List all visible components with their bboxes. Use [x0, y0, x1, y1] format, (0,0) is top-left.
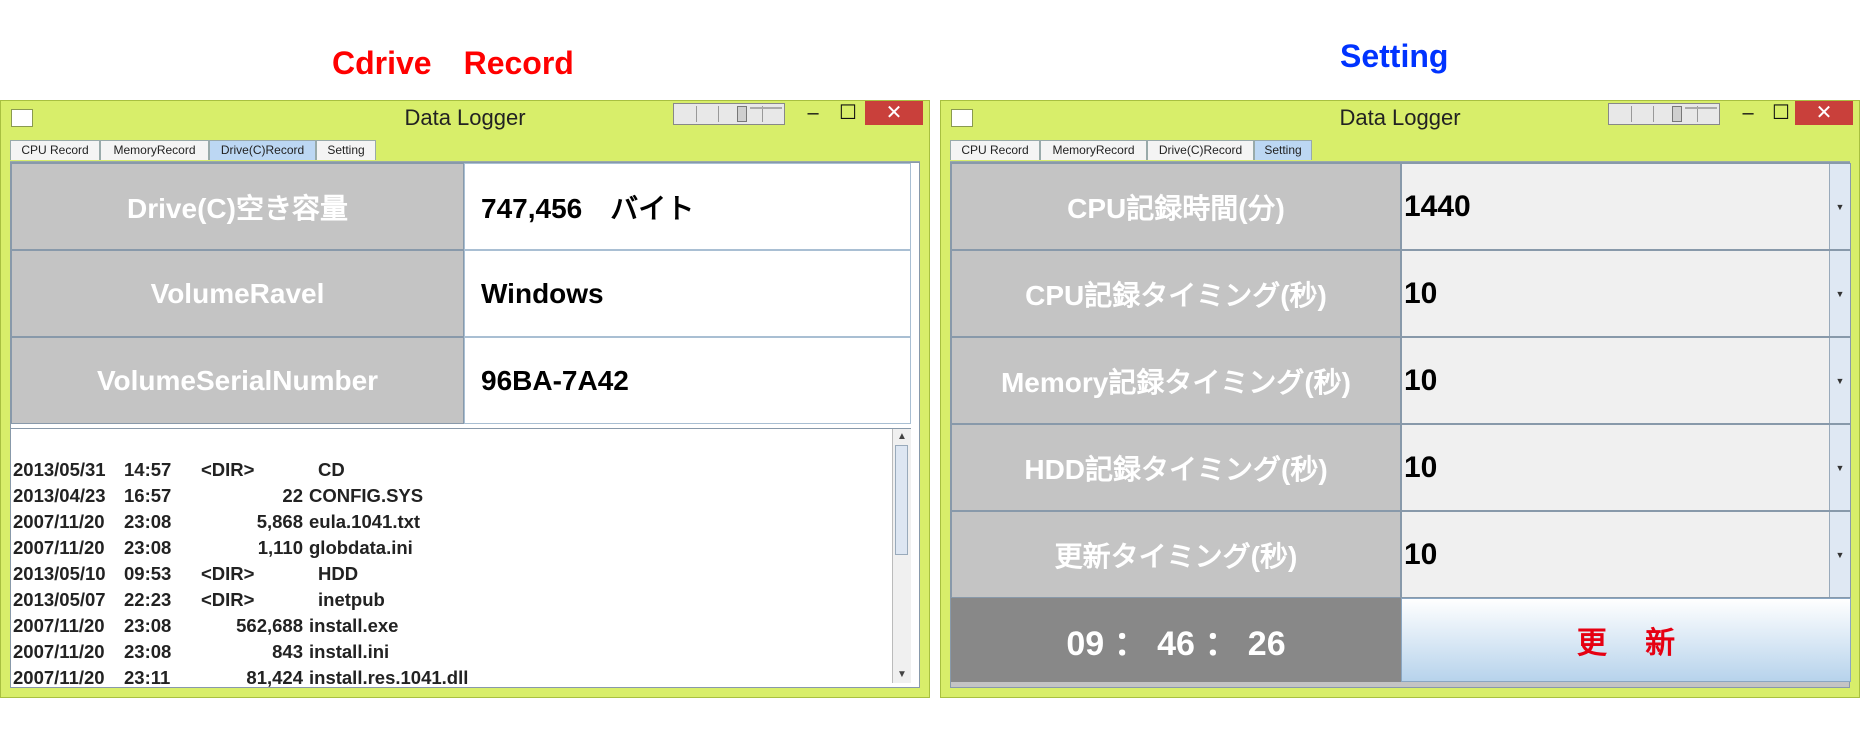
cpu-record-timing-select[interactable]: 10 ▼	[1401, 250, 1851, 337]
scroll-down-icon[interactable]: ▼	[893, 667, 911, 683]
left-caption: Cdrive Record	[332, 45, 574, 81]
memory-record-timing-value: 10	[1404, 363, 1438, 397]
slider-thumb[interactable]	[1672, 106, 1682, 122]
opacity-slider[interactable]	[1608, 103, 1720, 125]
volume-serial-label: VolumeSerialNumber	[11, 337, 464, 424]
slider-thumb[interactable]	[737, 106, 747, 122]
window-title: Data Logger	[404, 105, 526, 130]
tab-drive-record[interactable]: Drive(C)Record	[209, 140, 316, 160]
refresh-timing-value: 10	[1404, 537, 1438, 571]
scroll-up-icon[interactable]: ▲	[893, 429, 911, 445]
hdd-record-timing-label: HDD記録タイミング(秒)	[951, 424, 1401, 511]
clock-display: 09 ： 46 ： 26	[951, 598, 1401, 682]
tab-strip: CPU Record MemoryRecord Drive(C)Record S…	[950, 139, 1850, 162]
free-space-label: Drive(C)空き容量	[11, 163, 464, 250]
memory-record-timing-select[interactable]: 10 ▼	[1401, 337, 1851, 424]
refresh-timing-label: 更新タイミング(秒)	[951, 511, 1401, 598]
title-bar[interactable]: Data Logger – ☐ ✕	[1, 101, 929, 137]
chevron-down-icon[interactable]: ▼	[1829, 164, 1850, 249]
free-space-value: 747,456 バイト	[464, 163, 911, 250]
opacity-slider[interactable]	[673, 103, 785, 125]
chevron-down-icon[interactable]: ▼	[1829, 512, 1850, 597]
directory-listing[interactable]: 2013/05/31 14:57 <DIR> CD 2013/04/23 16:57 22…	[11, 428, 911, 688]
volume-label-label: VolumeRavel	[11, 250, 464, 337]
data-logger-window-setting: Data Logger – ☐ ✕ CPU Record MemoryRecor…	[940, 100, 1860, 698]
tab-cpu-record[interactable]: CPU Record	[950, 140, 1040, 160]
cpu-record-time-select[interactable]: 1440 ▼	[1401, 163, 1851, 250]
hdd-record-timing-select[interactable]: 10 ▼	[1401, 424, 1851, 511]
tab-drive-record[interactable]: Drive(C)Record	[1147, 140, 1254, 160]
scroll-thumb[interactable]	[895, 445, 908, 555]
setting-panel: CPU記録時間(分) 1440 ▼ CPU記録タイミング(秒) 10 ▼ Mem…	[950, 162, 1851, 688]
volume-label-value: Windows	[464, 250, 911, 337]
drive-panel: Drive(C)空き容量 747,456 バイト VolumeRavel Win…	[10, 162, 920, 688]
tab-setting[interactable]: Setting	[316, 140, 376, 160]
refresh-timing-select[interactable]: 10 ▼	[1401, 511, 1851, 598]
listing-scrollbar[interactable]: ▲ ▼	[892, 429, 911, 683]
chevron-down-icon[interactable]: ▼	[1829, 425, 1850, 510]
cpu-record-timing-label: CPU記録タイミング(秒)	[951, 250, 1401, 337]
cpu-record-time-value: 1440	[1404, 189, 1471, 223]
tab-strip: CPU Record MemoryRecord Drive(C)Record S…	[10, 139, 920, 162]
update-button[interactable]: 更 新	[1401, 598, 1851, 682]
volume-serial-value: 96BA-7A42	[464, 337, 911, 424]
right-caption: Setting	[1340, 38, 1449, 74]
memory-record-timing-label: Memory記録タイミング(秒)	[951, 337, 1401, 424]
title-bar[interactable]: Data Logger – ☐ ✕	[941, 101, 1859, 137]
data-logger-window-drive: Data Logger – ☐ ✕ CPU Record MemoryRecor…	[0, 100, 930, 698]
window-title: Data Logger	[1339, 105, 1461, 130]
maximize-button[interactable]: ☐	[826, 101, 870, 125]
close-button[interactable]: ✕	[865, 101, 923, 125]
tab-cpu-record[interactable]: CPU Record	[10, 140, 100, 160]
chevron-down-icon[interactable]: ▼	[1829, 338, 1850, 423]
close-button[interactable]: ✕	[1795, 101, 1853, 125]
tab-memory-record[interactable]: MemoryRecord	[1040, 140, 1147, 160]
tab-memory-record[interactable]: MemoryRecord	[100, 140, 209, 160]
cpu-record-timing-value: 10	[1404, 276, 1438, 310]
chevron-down-icon[interactable]: ▼	[1829, 251, 1850, 336]
list-item: 2007/11/20 23:11 81,424 install.res.1041.dl…	[13, 667, 469, 688]
cpu-record-time-label: CPU記録時間(分)	[951, 163, 1401, 250]
tab-setting[interactable]: Setting	[1254, 140, 1312, 160]
hdd-record-timing-value: 10	[1404, 450, 1438, 484]
